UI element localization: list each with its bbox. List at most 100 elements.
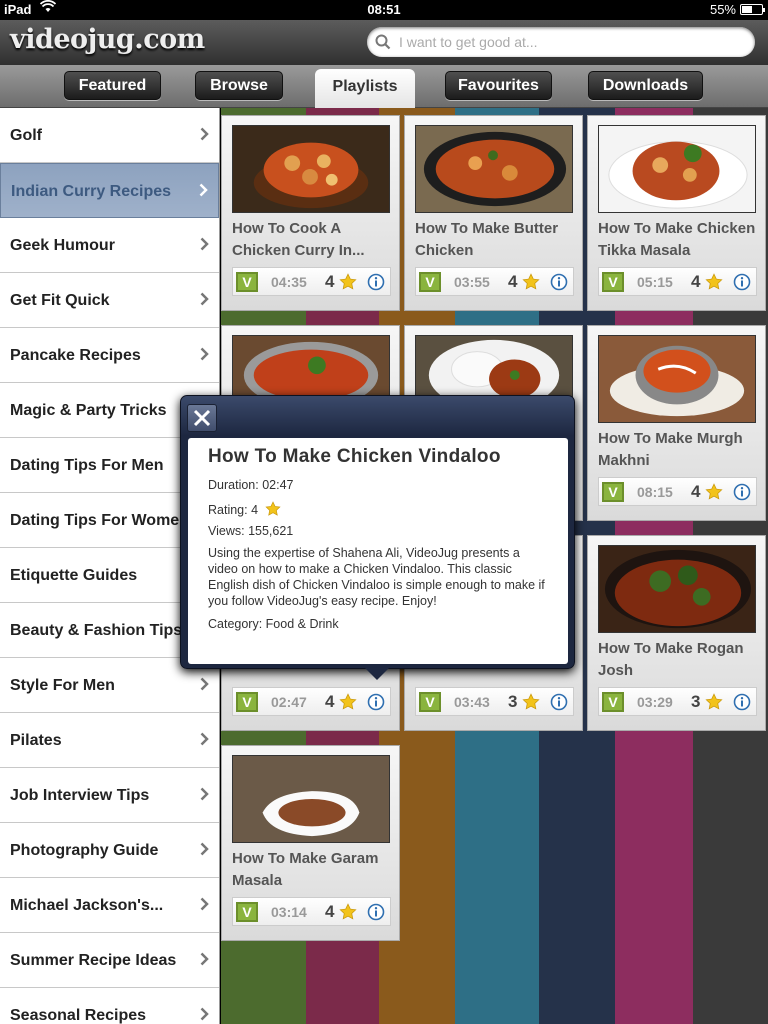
video-meta-bar: V 04:35 4 [232, 267, 391, 296]
sidebar-item[interactable]: Photography Guide [0, 823, 219, 878]
tab-favourites[interactable]: Favourites [445, 71, 552, 100]
video-title: How To Make Rogan Josh [598, 640, 744, 679]
sidebar-item-label: Indian Curry Recipes [11, 183, 172, 200]
sidebar-item-label: Beauty & Fashion Tips [10, 622, 183, 639]
sidebar-item[interactable]: Seasonal Recipes [0, 988, 219, 1024]
sidebar-item[interactable]: Job Interview Tips [0, 768, 219, 823]
video-card[interactable]: How To Make Butter Chicken V 03:55 4 [404, 115, 583, 311]
video-rating: 4 [691, 272, 701, 291]
info-icon[interactable] [733, 693, 751, 711]
chevron-right-icon [200, 1007, 209, 1021]
videojug-logo-icon: V [419, 692, 441, 712]
videojug-logo-icon: V [419, 272, 441, 292]
info-icon[interactable] [367, 273, 385, 291]
video-rating: 4 [691, 482, 701, 501]
sidebar-item-label: Pilates [10, 732, 62, 749]
tab-featured[interactable]: Featured [64, 71, 161, 100]
battery-fill [742, 6, 752, 13]
video-card[interactable]: How To Make Garam Masala V 03:14 4 [221, 745, 400, 941]
info-icon[interactable] [733, 483, 751, 501]
tab-bar: Featured Browse Playlists Favourites Dow… [0, 65, 768, 109]
video-thumbnail[interactable] [598, 125, 756, 213]
app-header: videojug.com [0, 20, 768, 65]
video-rating: 3 [508, 692, 518, 711]
video-card[interactable]: How To Cook A Chicken Curry In... V 04:35 4 [221, 115, 400, 311]
tab-browse[interactable]: Browse [195, 71, 283, 100]
chevron-right-icon [200, 677, 209, 691]
chevron-right-icon [200, 952, 209, 966]
video-meta-bar: V 02:47 4 [232, 687, 391, 716]
info-icon[interactable] [550, 273, 568, 291]
video-meta-bar: V 03:43 3 [415, 687, 574, 716]
videojug-logo-icon: V [602, 692, 624, 712]
search-icon [375, 34, 391, 50]
battery-icon [740, 4, 765, 15]
video-meta-bar: V 08:15 4 [598, 477, 757, 506]
popover-category: Category: Food & Drink [208, 617, 339, 631]
sidebar-item-label: Job Interview Tips [10, 787, 150, 804]
chevron-right-icon [200, 842, 209, 856]
info-icon[interactable] [367, 693, 385, 711]
video-rating: 4 [508, 272, 518, 291]
star-icon [705, 693, 723, 710]
sidebar-item[interactable]: Get Fit Quick [0, 273, 219, 328]
video-card[interactable]: How To Make Chicken Tikka Masala V 05:15 4 [587, 115, 766, 311]
video-title: How To Make Chicken Tikka Masala [598, 220, 756, 259]
popover-body: How To Make Chicken Vindaloo Duration: 0… [188, 438, 568, 664]
sidebar-item-label: Seasonal Recipes [10, 1007, 147, 1024]
search-box[interactable] [367, 27, 755, 57]
chevron-right-icon [200, 897, 209, 911]
popover-views: Views: 155,621 [208, 524, 294, 538]
sidebar-item[interactable]: Geek Humour [0, 218, 219, 273]
sidebar-item[interactable]: Pancake Recipes [0, 328, 219, 383]
popover-arrow [361, 664, 393, 680]
popover-duration: Duration: 02:47 [208, 478, 294, 492]
sidebar-item[interactable]: Pilates [0, 713, 219, 768]
sidebar-item-label: Geek Humour [10, 237, 115, 254]
video-duration: 03:55 [454, 274, 490, 290]
video-duration: 03:43 [454, 694, 490, 710]
close-button[interactable] [187, 404, 217, 432]
video-thumbnail[interactable] [232, 755, 390, 843]
video-title: How To Make Butter Chicken [415, 220, 559, 259]
tab-playlists[interactable]: Playlists [315, 69, 415, 109]
videojug-logo-icon: V [602, 272, 624, 292]
video-meta-bar: V 05:15 4 [598, 267, 757, 296]
video-meta-bar: V 03:29 3 [598, 687, 757, 716]
chevron-right-icon [200, 347, 209, 361]
sidebar-item[interactable]: Michael Jackson's... [0, 878, 219, 933]
info-icon[interactable] [733, 273, 751, 291]
video-rating: 4 [325, 902, 335, 921]
video-rating: 4 [325, 692, 335, 711]
sidebar-item-label: Dating Tips For Women [10, 512, 189, 529]
video-thumbnail[interactable] [598, 335, 756, 423]
video-meta-bar: V 03:55 4 [415, 267, 574, 296]
star-icon [522, 693, 540, 710]
videojug-logo-icon: V [236, 692, 258, 712]
video-thumbnail[interactable] [232, 125, 390, 213]
sidebar-item-label: Get Fit Quick [10, 292, 110, 309]
videojug-logo[interactable]: videojug.com [10, 24, 205, 55]
video-meta-bar: V 03:14 4 [232, 897, 391, 926]
video-thumbnail[interactable] [415, 125, 573, 213]
video-thumbnail[interactable] [598, 545, 756, 633]
sidebar-item-label: Michael Jackson's... [10, 897, 164, 914]
sidebar-item[interactable]: Summer Recipe Ideas [0, 933, 219, 988]
chevron-right-icon [200, 787, 209, 801]
video-card[interactable]: How To Make Rogan Josh V 03:29 3 [587, 535, 766, 731]
video-rating: 4 [325, 272, 335, 291]
videojug-logo-icon: V [602, 482, 624, 502]
sidebar-item[interactable]: Indian Curry Recipes [0, 163, 219, 218]
info-icon[interactable] [367, 903, 385, 921]
video-title: How To Make Garam Masala [232, 850, 379, 889]
star-icon [264, 501, 281, 516]
info-icon[interactable] [550, 693, 568, 711]
search-input[interactable] [399, 31, 739, 53]
video-card[interactable]: How To Make Murgh Makhni V 08:15 4 [587, 325, 766, 521]
sidebar-item-label: Dating Tips For Men [10, 457, 164, 474]
sidebar-item-label: Golf [10, 127, 42, 144]
tab-downloads[interactable]: Downloads [588, 71, 703, 100]
chevron-right-icon [200, 127, 209, 141]
star-icon [339, 903, 357, 920]
sidebar-item[interactable]: Golf [0, 108, 219, 163]
